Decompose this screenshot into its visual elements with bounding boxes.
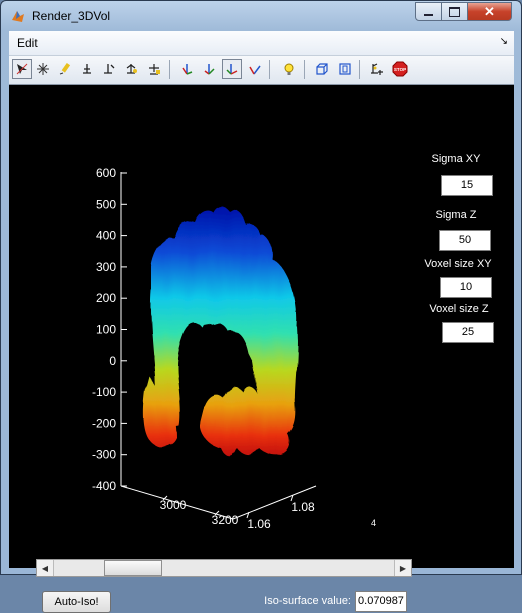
- y-exponent-label: 4: [371, 518, 376, 528]
- z-tick-label: -300: [92, 448, 116, 462]
- matlab-icon: [10, 8, 26, 24]
- main-window: Render_3DVol ✕ Edit ↘ STOP 600 500 400 3…: [0, 0, 522, 613]
- z-tick-label: 500: [96, 197, 116, 211]
- z-tick-label: -200: [92, 416, 116, 430]
- data-cursor-tool-button[interactable]: [99, 59, 119, 79]
- view-y-tool-button[interactable]: [199, 59, 219, 79]
- maximize-icon: [449, 6, 460, 17]
- z-ticks: 600 500 400 300 200 100 0 -100 -200 -300 -400: [92, 166, 127, 493]
- voxel-size-z-label: Voxel size Z: [429, 303, 489, 315]
- view-z-icon: [226, 64, 238, 75]
- brush-icon: [126, 64, 137, 74]
- add-point-icon: [371, 63, 383, 75]
- pencil-icon: [59, 62, 71, 75]
- close-icon: ✕: [484, 3, 495, 19]
- voxel-size-xy-field[interactable]: 10: [440, 277, 492, 298]
- iso-surface-value-field[interactable]: 0.070987: [355, 591, 407, 612]
- voxel-size-z-field[interactable]: 25: [442, 322, 494, 343]
- y-ticks: 1.06 1.08 4: [246, 494, 376, 531]
- pan-tool-button[interactable]: [55, 59, 75, 79]
- rotate-tool-button[interactable]: [77, 59, 97, 79]
- iso-slider[interactable]: ◀ ▶: [36, 559, 412, 577]
- view-x-icon: [182, 64, 193, 75]
- menu-bar: Edit ↘: [9, 31, 514, 56]
- sigma-z-label: Sigma Z: [435, 209, 477, 221]
- menu-edit[interactable]: Edit: [17, 36, 38, 50]
- slider-thumb[interactable]: [104, 560, 163, 576]
- x-tick-label: 3200: [212, 513, 239, 527]
- view-x-tool-button[interactable]: [177, 59, 197, 79]
- figure-client-area: Edit ↘ STOP 600 500 400 300 200 100 0 -1…: [9, 31, 514, 613]
- sigma-xy-field[interactable]: 15: [441, 175, 493, 196]
- view-3d-tool-button[interactable]: [245, 59, 265, 79]
- z-tick-label: 100: [96, 323, 116, 337]
- plot-area: 600 500 400 300 200 100 0 -100 -200 -300 -400 3000…: [9, 86, 514, 613]
- sigma-xy-label: Sigma XY: [431, 153, 481, 165]
- maximize-button[interactable]: [441, 2, 468, 21]
- select-tool-button[interactable]: [12, 59, 32, 79]
- minimize-icon: [424, 13, 433, 16]
- toolbar-separator: [304, 60, 305, 79]
- pointer-icon: [16, 63, 28, 75]
- data-cursor-icon: [104, 64, 115, 74]
- window-title: Render_3DVol: [32, 9, 111, 23]
- voxel-size-xy-label: Voxel size XY: [424, 258, 492, 270]
- svg-text:STOP: STOP: [394, 67, 406, 72]
- box-icon: [316, 63, 328, 75]
- figure-toolbar: STOP: [9, 56, 514, 85]
- stop-icon: STOP: [392, 61, 408, 77]
- fit-view-tool-button[interactable]: [335, 59, 355, 79]
- menu-overflow-arrow-icon[interactable]: ↘: [500, 36, 508, 47]
- light-bulb-tool-button[interactable]: [279, 59, 299, 79]
- add-point-tool-button[interactable]: [367, 59, 387, 79]
- z-tick-label: 300: [96, 260, 116, 274]
- title-bar[interactable]: Render_3DVol ✕: [1, 1, 521, 31]
- brush-tool-button[interactable]: [121, 59, 141, 79]
- link-tool-button[interactable]: [144, 59, 164, 79]
- auto-iso-button[interactable]: Auto-Iso!: [42, 591, 111, 613]
- light-bulb-icon: [284, 63, 294, 75]
- box-view-tool-button[interactable]: [312, 59, 332, 79]
- view-z-tool-button[interactable]: [222, 59, 242, 79]
- sigma-z-field[interactable]: 50: [439, 230, 491, 251]
- zoom-region-icon: [37, 63, 49, 75]
- toolbar-separator: [269, 60, 270, 79]
- z-tick-label: -400: [92, 479, 116, 493]
- y-tick-label: 1.08: [291, 500, 315, 514]
- z-tick-label: 0: [109, 354, 116, 368]
- x-tick-label: 3000: [160, 498, 187, 512]
- toolbar-separator: [169, 60, 170, 79]
- minimize-button[interactable]: [415, 2, 442, 21]
- y-tick-label: 1.06: [247, 517, 271, 531]
- iso-surface-value-label: Iso-surface value:: [264, 595, 351, 607]
- z-tick-label: 400: [96, 229, 116, 243]
- z-tick-label: 200: [96, 291, 116, 305]
- axis-arrow-icon: [83, 64, 91, 74]
- close-button[interactable]: ✕: [467, 2, 512, 21]
- z-tick-label: 600: [96, 166, 116, 180]
- zoom-region-tool-button[interactable]: [33, 59, 53, 79]
- link-icon: [149, 64, 160, 75]
- slider-right-arrow-icon[interactable]: ▶: [394, 560, 411, 576]
- x-ticks: 3000 3200: [160, 495, 239, 527]
- fit-view-icon: [339, 63, 351, 75]
- z-tick-label: -100: [92, 385, 116, 399]
- isosurface: [143, 205, 298, 457]
- view-y-icon: [204, 64, 215, 75]
- stop-tool-button[interactable]: STOP: [390, 59, 410, 79]
- view-3d-icon: [249, 65, 261, 75]
- slider-left-arrow-icon[interactable]: ◀: [37, 560, 54, 576]
- toolbar-separator: [359, 60, 360, 79]
